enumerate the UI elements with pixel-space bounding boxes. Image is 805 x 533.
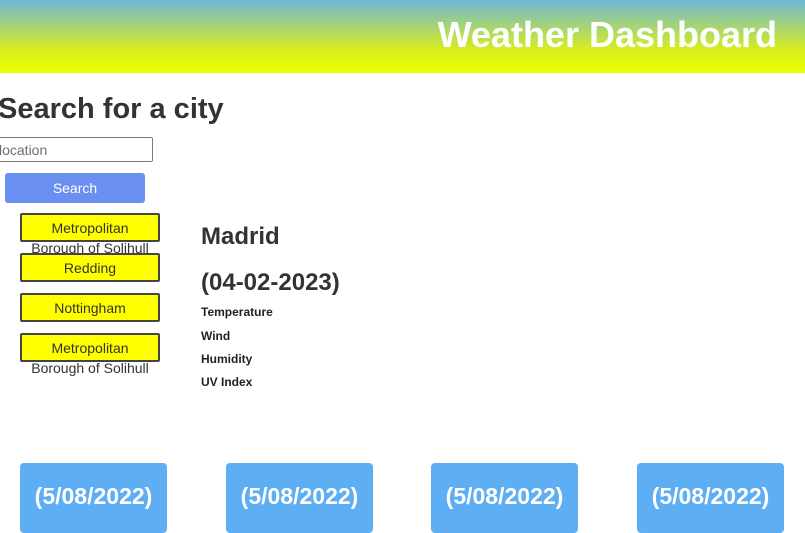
history-button-metropolitan-borough-of-solihull[interactable]: Metropolitan Borough of Solihull [20,333,160,375]
uv-index-label: UV Index [201,375,253,389]
page-title: Weather Dashboard [437,14,777,55]
forecast-card: (5/08/2022) [431,463,578,533]
forecast-card: (5/08/2022) [20,463,167,533]
search-button[interactable]: Search [5,173,145,203]
temperature-label: Temperature [201,305,273,319]
forecast-date: (5/08/2022) [651,483,770,509]
history-button-label: Metropolitan [51,340,129,356]
history-button-label: Nottingham [54,300,126,316]
wind-label: Wind [201,329,231,343]
search-heading: Search for a city [0,93,224,125]
humidity-label: Humidity [201,352,253,366]
current-city-name: Madrid [201,223,280,250]
history-button-nottingham[interactable]: Nottingham [20,293,160,322]
page-header: Weather Dashboard [0,0,805,73]
forecast-date: (5/08/2022) [240,483,359,509]
forecast-date: (5/08/2022) [34,483,153,509]
history-button-metropolitan-borough-of-solihull[interactable]: Metropolitan Borough of Solihull [20,213,160,255]
current-date: (04-02-2023) [201,269,340,296]
search-input[interactable] [0,137,153,162]
forecast-card: (5/08/2022) [226,463,373,533]
history-button-label-overflow: Borough of Solihull [31,360,149,376]
history-button-label: Redding [63,260,117,276]
history-button-redding[interactable]: Redding [20,253,160,282]
history-button-label: Metropolitan [51,220,129,236]
forecast-card: (5/08/2022) [637,463,784,533]
forecast-date: (5/08/2022) [445,483,564,509]
